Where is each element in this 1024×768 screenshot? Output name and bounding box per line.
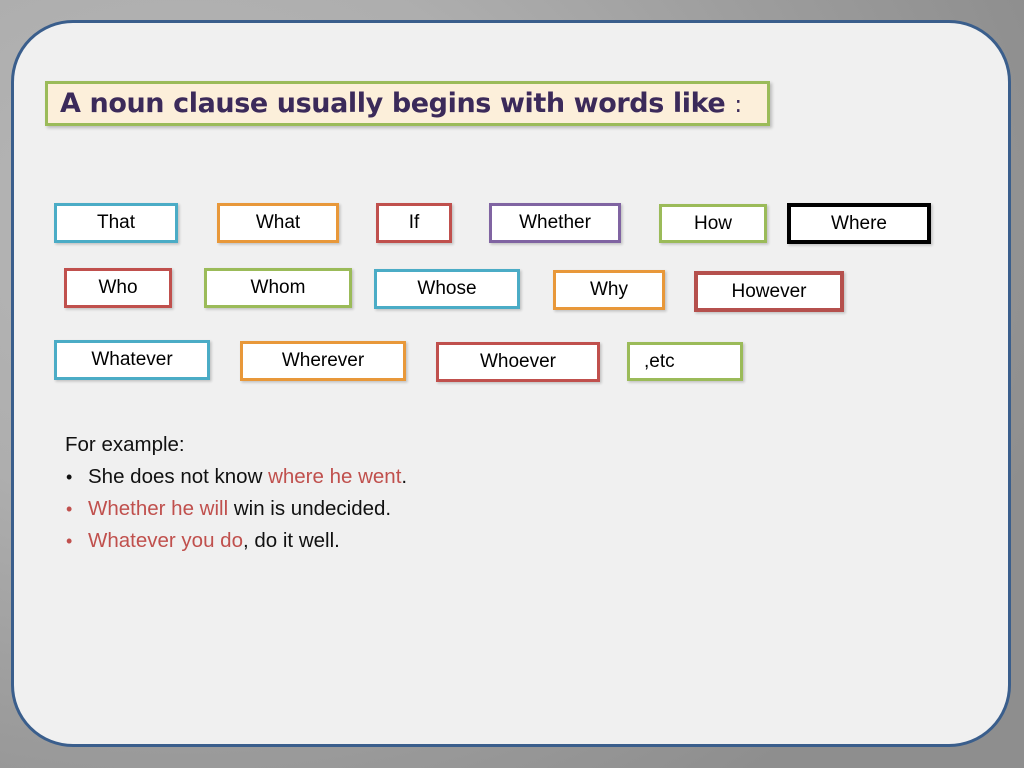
presentation-slide: A noun clause usually begins with words …	[11, 20, 1011, 747]
sentence-text: .	[401, 465, 408, 488]
word-box-how[interactable]: How	[659, 204, 767, 243]
word-box-what[interactable]: What	[217, 203, 339, 243]
word-box-whose[interactable]: Whose	[374, 269, 520, 309]
sentence-text: She does not know	[88, 465, 269, 488]
example-list-item: • Whatever you do, do it well.	[56, 525, 676, 557]
example-sentence: She does not know where he went.	[88, 461, 407, 492]
noun-clause-highlight: Whether he will	[88, 497, 229, 520]
word-box-whom[interactable]: Whom	[204, 268, 352, 308]
page-title: A noun clause usually begins with words …	[60, 88, 742, 119]
word-box-that[interactable]: That	[54, 203, 178, 243]
word-box-whatever[interactable]: Whatever	[54, 340, 210, 380]
example-section: For example: • She does not know where he…	[56, 429, 676, 557]
bullet-icon: •	[66, 499, 73, 519]
word-box-who[interactable]: Who	[64, 268, 172, 308]
noun-clause-highlight: Whatever you do	[88, 529, 243, 552]
word-box-why[interactable]: Why	[553, 270, 665, 310]
example-list-item: • Whether he will win is undecided.	[56, 493, 676, 525]
slide-stage: A noun clause usually begins with words …	[0, 0, 1024, 768]
bullet-icon: •	[66, 467, 73, 487]
word-box-wherever[interactable]: Wherever	[240, 341, 406, 381]
example-sentence: Whether he will win is undecided.	[88, 493, 391, 524]
example-sentence: Whatever you do, do it well.	[88, 525, 340, 556]
word-box-whether[interactable]: Whether	[489, 203, 621, 243]
sentence-text: , do it well.	[242, 529, 340, 552]
example-list: • She does not know where he went. • Whethe…	[56, 461, 676, 557]
bullet-icon: •	[66, 531, 73, 551]
title-colon: :	[734, 92, 742, 118]
word-box-however[interactable]: However	[694, 271, 844, 312]
slide-title-banner: A noun clause usually begins with words …	[45, 81, 770, 126]
word-box-where[interactable]: Where	[787, 203, 931, 244]
example-list-item: • She does not know where he went.	[56, 461, 676, 493]
noun-clause-highlight: where he went	[268, 465, 402, 488]
word-box-whoever[interactable]: Whoever	[436, 342, 600, 382]
word-box-etc[interactable]: ,etc	[627, 342, 743, 381]
sentence-text: win is undecided.	[228, 497, 392, 520]
example-heading: For example:	[65, 433, 185, 456]
word-box-if[interactable]: If	[376, 203, 452, 243]
